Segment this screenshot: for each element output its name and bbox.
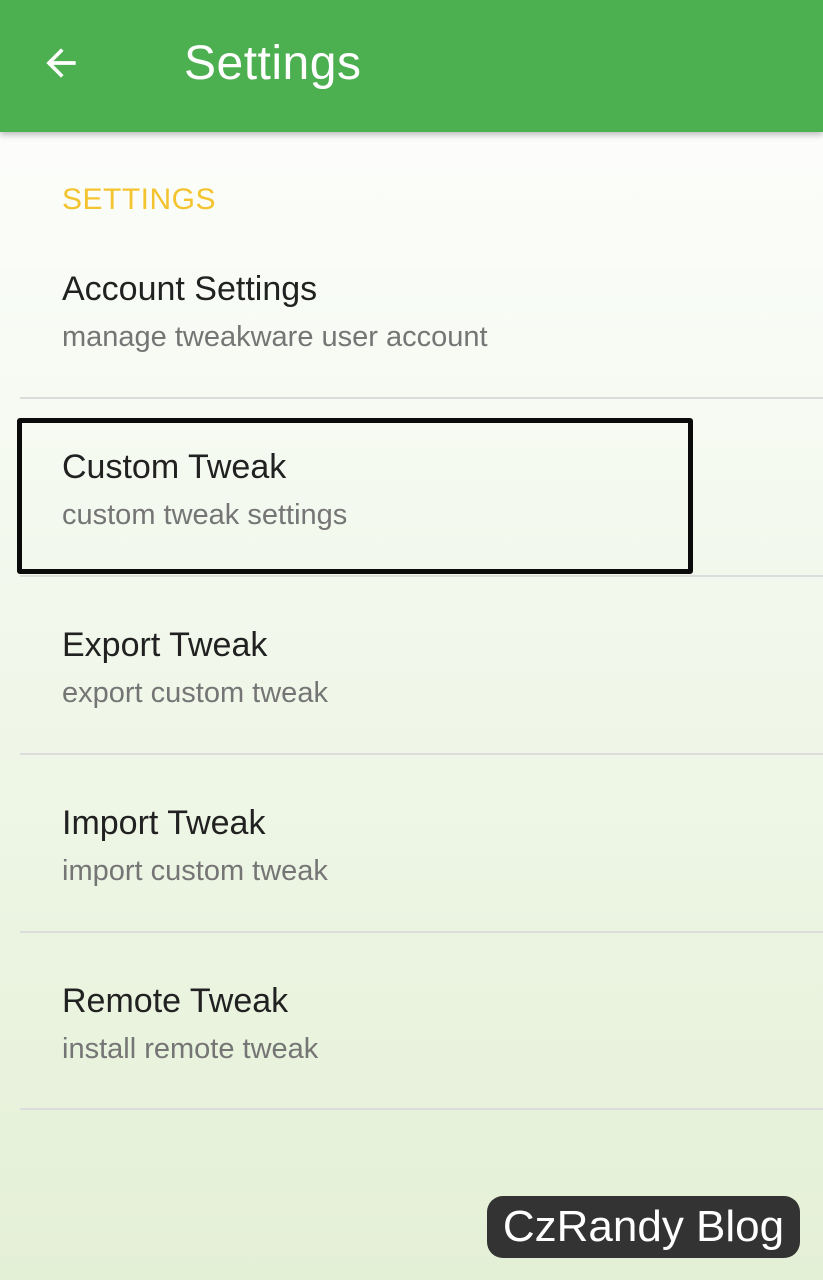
app-bar: Settings (0, 0, 823, 132)
page-title: Settings (184, 37, 362, 90)
pref-account-settings[interactable]: Account Settings manage tweakware user a… (0, 222, 823, 400)
pref-summary: import custom tweak (62, 855, 328, 887)
divider (20, 931, 823, 933)
watermark: CzRandy Blog (487, 1196, 800, 1258)
pref-title: Account Settings (62, 270, 318, 308)
divider (20, 753, 823, 755)
pref-summary: manage tweakware user account (62, 321, 488, 353)
pref-title: Import Tweak (62, 804, 266, 842)
pref-import-tweak[interactable]: Import Tweak import custom tweak (0, 756, 823, 934)
pref-export-tweak[interactable]: Export Tweak export custom tweak (0, 578, 823, 756)
highlight-box (17, 418, 693, 574)
section-header: SETTINGS (62, 183, 217, 216)
pref-title: Remote Tweak (62, 982, 289, 1020)
pref-summary: install remote tweak (62, 1033, 319, 1065)
divider (20, 575, 823, 577)
back-button[interactable] (28, 30, 94, 96)
divider (20, 397, 823, 399)
pref-remote-tweak[interactable]: Remote Tweak install remote tweak (0, 934, 823, 1112)
arrow-back-icon (46, 48, 76, 78)
divider (20, 1108, 823, 1110)
pref-summary: export custom tweak (62, 677, 328, 709)
pref-title: Export Tweak (62, 626, 268, 664)
